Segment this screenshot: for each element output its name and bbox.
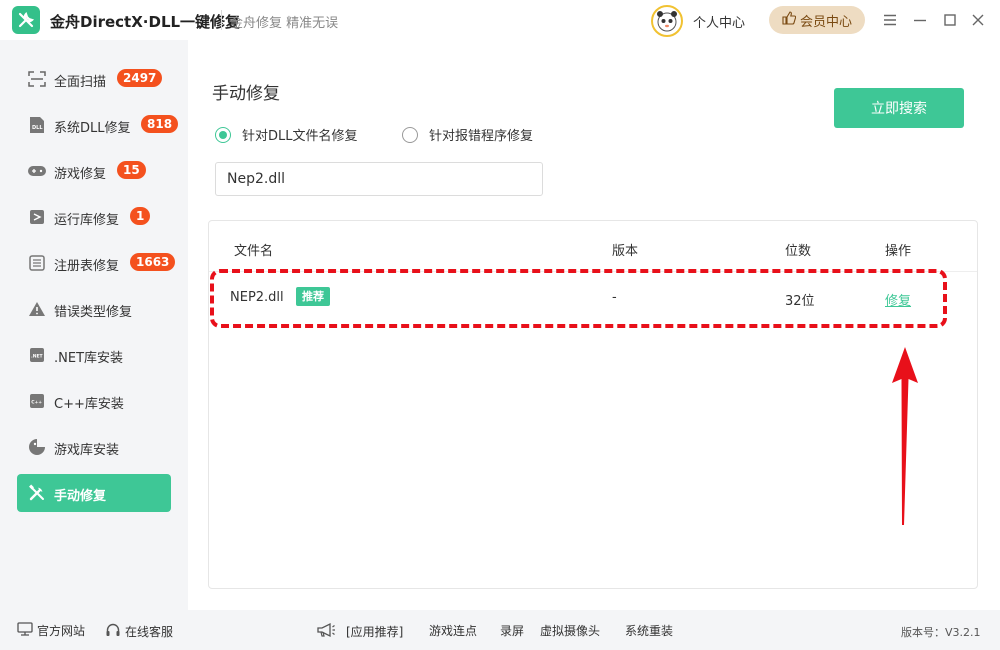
menu-icon[interactable] [880,10,900,30]
app-recommend: [应用推荐] [316,622,403,641]
red-arrow-icon [892,347,918,525]
radio-error-program[interactable]: 针对报错程序修复 [402,125,533,144]
repair-link[interactable]: 修复 [885,290,911,309]
cell-filename: NEP2.dll [230,290,284,305]
svg-text:.NET: .NET [31,354,44,360]
main-panel: 手动修复 立即搜索 针对DLL文件名修复 针对报错程序修复 文件名 版本 位数 … [188,40,1000,610]
title-divider [221,10,222,30]
radio-label: 针对DLL文件名修复 [242,129,358,144]
dll-filename-input[interactable] [215,162,543,196]
app-title: 金舟DirectX·DLL一键修复 [50,13,241,31]
footer-link-game-clicker[interactable]: 游戏连点 [429,622,477,639]
sidebar-item-dotnet-install[interactable]: .NET .NET库安装 [17,336,171,374]
version-label: 版本号：V3.2.1 [901,626,981,639]
gamepad-icon [27,162,47,180]
page-title: 手动修复 [212,84,280,104]
scan-icon [27,70,47,88]
svg-text:C++: C++ [31,400,42,406]
monitor-icon [17,622,33,639]
cell-bits: 32位 [785,294,815,309]
sidebar-item-label: 注册表修复 [54,259,120,274]
sidebar-item-game-lib-install[interactable]: 游戏库安装 [17,428,171,466]
headset-icon [105,622,121,641]
sidebar-item-label: C++库安装 [54,397,124,412]
close-icon[interactable] [968,10,988,30]
game-lib-icon [27,438,47,456]
sidebar-item-label: .NET库安装 [54,351,124,366]
sidebar-item-game-repair[interactable]: 游戏修复 15 [17,152,171,190]
sidebar-item-label: 游戏修复 [54,167,107,182]
svg-text:DLL: DLL [32,125,43,131]
online-support-label: 在线客服 [125,625,174,639]
sidebar-item-runtime-repair[interactable]: 运行库修复 1 [17,198,171,236]
app-slogan: 金舟修复 精准无误 [230,16,339,31]
column-header-action: 操作 [885,244,912,259]
warning-icon [27,300,47,318]
radio-indicator [402,126,418,143]
vip-center-label: 会员中心 [799,14,852,30]
radio-dll-filename[interactable]: 针对DLL文件名修复 [215,125,358,144]
radio-label: 针对报错程序修复 [429,129,534,144]
count-badge: 15 [117,161,146,179]
sidebar: 全面扫描 2497 DLL 系统DLL修复 818 游戏修复 15 运行库修复 … [0,40,188,610]
maximize-icon[interactable] [940,10,960,30]
sidebar-item-system-dll[interactable]: DLL 系统DLL修复 818 [17,106,179,144]
minimize-icon[interactable] [910,10,930,30]
sidebar-item-registry-repair[interactable]: 注册表修复 1663 [17,244,176,282]
footer-link-virtual-camera[interactable]: 虚拟摄像头 [540,622,600,639]
footer: 官方网站 在线客服 [应用推荐] 游戏连点 录屏 虚拟摄像头 系统重装 版本号：… [0,610,1000,650]
sidebar-item-label: 系统DLL修复 [54,121,131,136]
column-header-filename: 文件名 [234,244,274,259]
header-divider [209,271,977,272]
tools-icon [27,484,47,502]
footer-link-system-reinstall[interactable]: 系统重装 [625,622,673,639]
sidebar-item-cpp-install[interactable]: C++ C++库安装 [17,382,171,420]
result-table: 文件名 版本 位数 操作 NEP2.dll 推荐 - 32位 修复 [208,220,978,589]
column-header-bits: 位数 [785,244,812,259]
official-website-label: 官方网站 [37,624,86,638]
sidebar-item-full-scan[interactable]: 全面扫描 2497 [17,60,171,98]
column-header-version: 版本 [612,244,639,259]
app-logo-icon [12,6,40,34]
registry-icon [27,254,47,272]
count-badge: 1663 [130,253,176,271]
app-recommend-label: [应用推荐] [346,625,404,639]
sidebar-item-label: 手动修复 [54,489,107,504]
vip-center-button[interactable]: 会员中心 [769,6,865,34]
sidebar-item-label: 运行库修复 [54,213,120,228]
title-bar: 金舟DirectX·DLL一键修复 金舟修复 精准无误 个人中心 会员中心 [0,0,1000,40]
search-now-button[interactable]: 立即搜索 [834,88,964,128]
count-badge: 818 [141,115,179,133]
thumbs-up-icon [782,11,797,29]
sidebar-item-manual-repair[interactable]: 手动修复 [17,474,171,512]
official-website-link[interactable]: 官方网站 [17,622,85,639]
cpp-icon: C++ [27,392,47,410]
recommended-tag: 推荐 [296,287,330,306]
megaphone-icon [316,622,336,641]
runtime-icon [27,208,47,226]
user-avatar[interactable] [651,5,683,37]
online-support-link[interactable]: 在线客服 [105,622,173,641]
user-center-link[interactable]: 个人中心 [693,12,745,31]
footer-link-screen-record[interactable]: 录屏 [500,622,524,639]
cell-version: - [612,290,617,305]
sidebar-item-label: 错误类型修复 [54,305,133,320]
radio-indicator [215,126,231,143]
sidebar-item-label: 游戏库安装 [54,443,120,458]
dll-icon: DLL [27,116,47,134]
count-badge: 2497 [117,69,163,87]
dotnet-icon: .NET [27,346,47,364]
sidebar-item-error-type[interactable]: 错误类型修复 [17,290,171,328]
count-badge: 1 [130,207,151,225]
sidebar-item-label: 全面扫描 [54,75,107,90]
